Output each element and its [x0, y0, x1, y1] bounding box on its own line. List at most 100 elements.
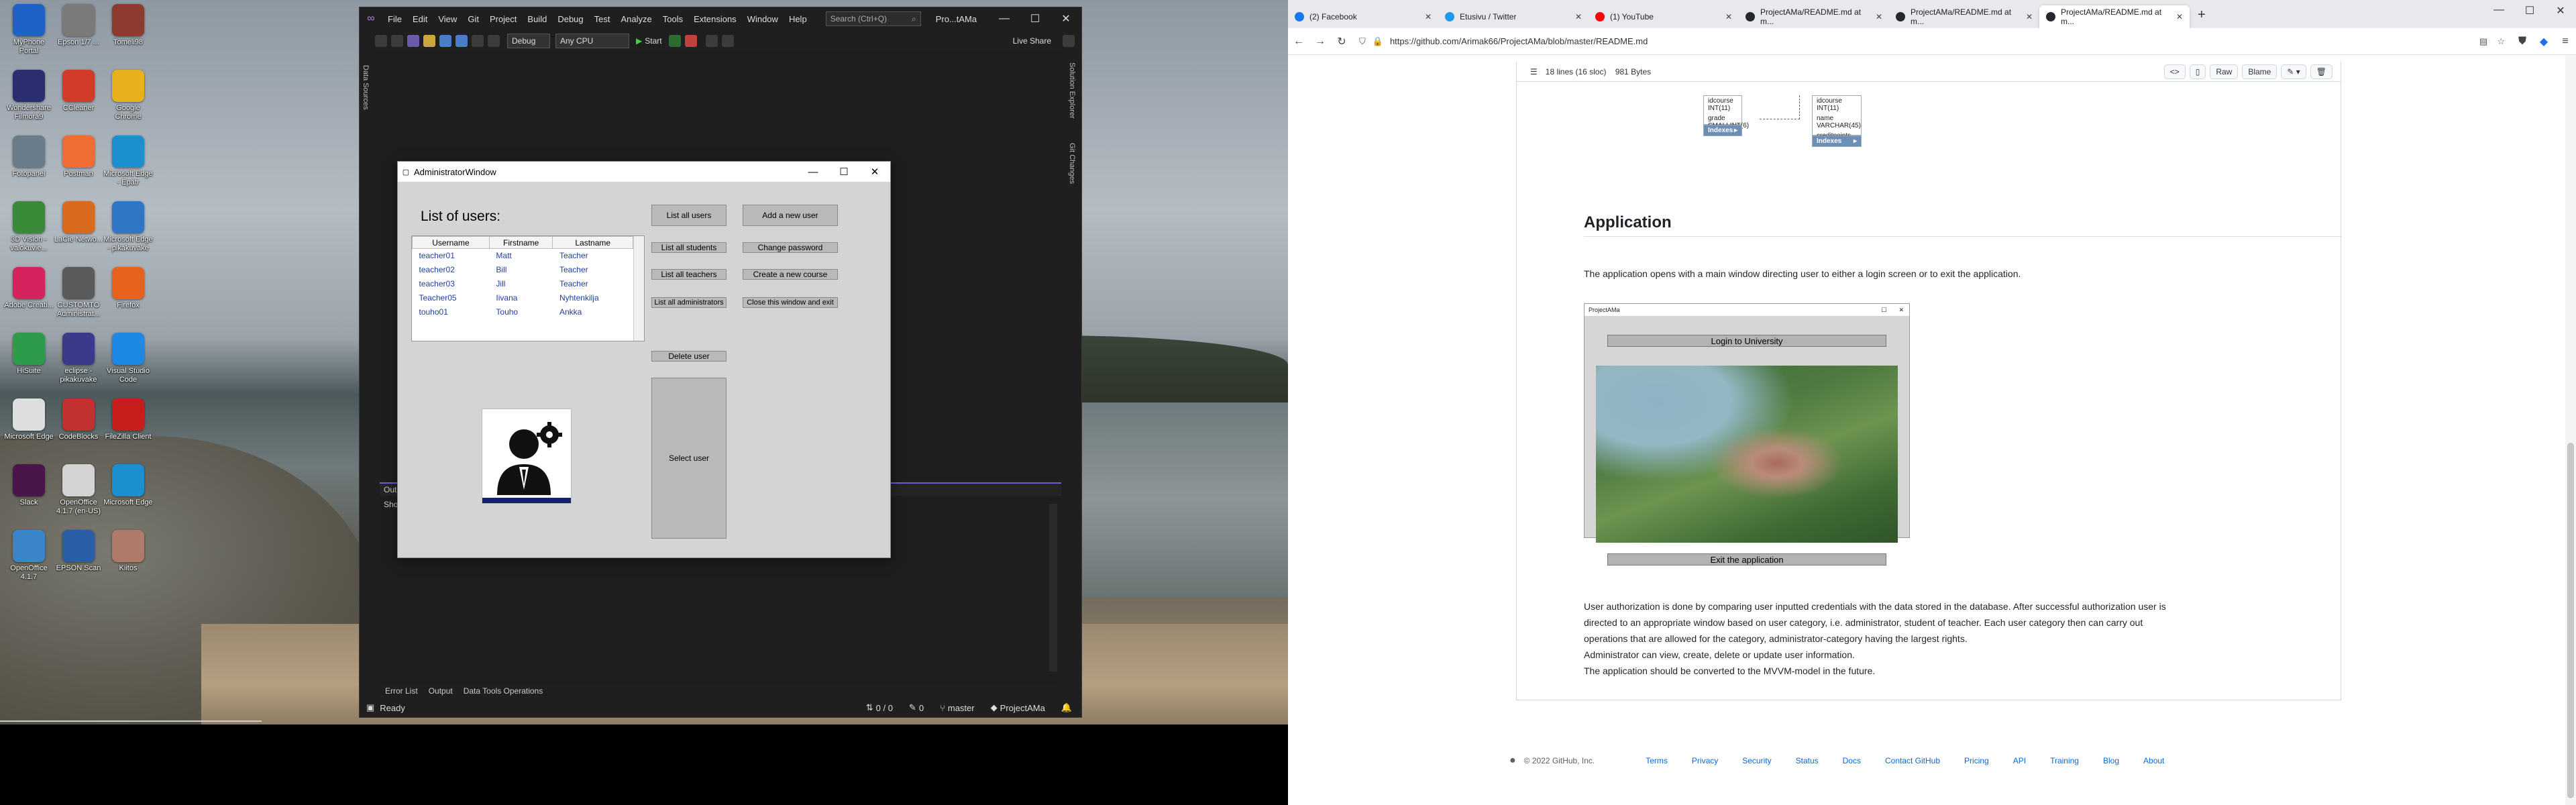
- live-share-button[interactable]: Live Share: [1013, 36, 1051, 46]
- close-icon[interactable]: ✕: [859, 166, 890, 178]
- new-tab-icon[interactable]: +: [2198, 7, 2206, 23]
- menu-item-file[interactable]: File: [382, 14, 407, 24]
- status-branch[interactable]: master: [948, 703, 975, 713]
- footer-link[interactable]: About: [2143, 756, 2164, 765]
- table-row[interactable]: teacher03 Jill Teacher: [413, 277, 633, 291]
- github-logo-icon[interactable]: ●: [1509, 755, 1516, 767]
- status-changes[interactable]: 0: [919, 703, 924, 713]
- address-bar[interactable]: ⛉ 🔒 https://github.com/Arimak66/ProjectA…: [1359, 32, 2505, 52]
- select-user-button[interactable]: Select user: [651, 378, 727, 539]
- code-view-icon[interactable]: <>: [2163, 64, 2186, 79]
- table-row[interactable]: teacher02 Bill Teacher: [413, 263, 633, 277]
- menu-item-git[interactable]: Git: [462, 14, 484, 24]
- desktop-shortcut[interactable]: HiSuite: [4, 333, 54, 376]
- list-all-administrators-button[interactable]: List all administrators: [651, 297, 727, 308]
- delete-icon[interactable]: 🗑: [2310, 64, 2332, 79]
- footer-link[interactable]: Status: [1796, 756, 1819, 765]
- browser-tab[interactable]: Etusivu / Twitter ✕: [1438, 5, 1589, 28]
- desktop-shortcut[interactable]: MyPhone Portal: [4, 4, 54, 56]
- menu-item-help[interactable]: Help: [784, 14, 812, 24]
- maximize-icon[interactable]: ☐: [828, 166, 859, 178]
- footer-link[interactable]: Security: [1742, 756, 1771, 765]
- users-table-scrollbar[interactable]: [633, 236, 644, 341]
- layout-icon[interactable]: [705, 35, 718, 47]
- bottom-tab[interactable]: Output: [423, 686, 458, 696]
- menu-item-build[interactable]: Build: [522, 14, 552, 24]
- footer-link[interactable]: Privacy: [1692, 756, 1718, 765]
- footer-link[interactable]: API: [2013, 756, 2026, 765]
- desktop-shortcut[interactable]: CUSTOMTO Administrat...: [54, 267, 103, 319]
- lock-icon[interactable]: 🔒: [1373, 36, 1383, 47]
- column-header[interactable]: Firstname: [488, 236, 553, 249]
- desktop-shortcut[interactable]: LaCie Netwo...: [54, 201, 103, 244]
- table-row[interactable]: touho01 Touho Ankka: [413, 305, 633, 319]
- delete-user-button[interactable]: Delete user: [651, 351, 727, 362]
- browser-tab[interactable]: ProjectAMa/README.md at m... ✕: [1889, 5, 2039, 28]
- toolbar-icon[interactable]: [721, 35, 734, 47]
- reader-view-icon[interactable]: ▤: [2479, 36, 2487, 47]
- desktop-shortcut[interactable]: 3D Vision -valokuvie...: [4, 201, 54, 253]
- desktop-shortcut[interactable]: Microsoft Edge - pikakuvake: [103, 201, 153, 253]
- data-sources-tab[interactable]: Data Sources: [362, 65, 370, 110]
- extension-icon[interactable]: ◆: [2533, 35, 2555, 48]
- output-scrollbar[interactable]: [1049, 504, 1057, 672]
- shield-icon[interactable]: ⛉: [1359, 36, 1366, 47]
- desktop-shortcut[interactable]: CodeBlocks: [54, 398, 103, 441]
- minimize-icon[interactable]: —: [2483, 4, 2514, 17]
- desktop-shortcut[interactable]: EPSON Scan: [54, 530, 103, 573]
- pocket-icon[interactable]: ⛊: [2512, 36, 2533, 48]
- maximize-icon[interactable]: ☐: [2514, 4, 2545, 17]
- bottom-tab[interactable]: Data Tools Operations: [458, 686, 549, 696]
- menu-item-tools[interactable]: Tools: [657, 14, 688, 24]
- close-icon[interactable]: ✕: [2545, 4, 2576, 17]
- config-select[interactable]: Debug: [507, 34, 550, 48]
- desktop-shortcut[interactable]: Slack: [4, 464, 54, 507]
- list-all-students-button[interactable]: List all students: [651, 242, 727, 253]
- desktop-shortcut[interactable]: Firefox: [103, 267, 153, 310]
- browser-tab[interactable]: (2) Facebook ✕: [1288, 5, 1438, 28]
- footer-link[interactable]: Docs: [1843, 756, 1861, 765]
- desktop-shortcut[interactable]: Postman: [54, 136, 103, 178]
- bookmark-star-icon[interactable]: ☆: [2497, 36, 2505, 47]
- footer-link[interactable]: Blog: [2103, 756, 2119, 765]
- menu-icon[interactable]: ≡: [2555, 36, 2576, 48]
- forward-icon[interactable]: →: [1309, 36, 1331, 48]
- reload-icon[interactable]: ↻: [1331, 35, 1352, 48]
- table-row[interactable]: teacher01 Matt Teacher: [413, 249, 633, 263]
- menu-item-extensions[interactable]: Extensions: [688, 14, 742, 24]
- status-sync[interactable]: 0 / 0: [876, 703, 893, 713]
- list-all-teachers-button[interactable]: List all teachers: [651, 269, 727, 280]
- menu-item-debug[interactable]: Debug: [552, 14, 588, 24]
- maximize-icon[interactable]: ☐: [1020, 12, 1051, 25]
- hot-reload-icon[interactable]: [684, 35, 697, 47]
- column-header[interactable]: Lastname: [552, 236, 633, 249]
- desktop-shortcut[interactable]: Kiitos: [103, 530, 153, 573]
- footer-link[interactable]: Contact GitHub: [1885, 756, 1940, 765]
- column-header[interactable]: Username: [412, 236, 490, 249]
- menu-item-window[interactable]: Window: [742, 14, 784, 24]
- vs-logo-icon[interactable]: ∞: [360, 13, 382, 25]
- footer-link[interactable]: Terms: [1646, 756, 1668, 765]
- feedback-icon[interactable]: [1063, 35, 1075, 47]
- tab-close-icon[interactable]: ✕: [2026, 12, 2033, 21]
- create-new-course-button[interactable]: Create a new course: [743, 269, 838, 280]
- raw-button[interactable]: Raw: [2210, 64, 2239, 79]
- table-row[interactable]: Teacher05 Iivana Nyhtenkilja: [413, 291, 633, 305]
- forward-icon[interactable]: [391, 35, 403, 47]
- close-window-button[interactable]: Close this window and exit: [743, 297, 838, 308]
- menu-item-view[interactable]: View: [433, 14, 462, 24]
- open-icon[interactable]: [423, 35, 435, 47]
- notification-icon[interactable]: 🔔: [1061, 702, 1072, 713]
- desktop-shortcut[interactable]: Fotopanel: [4, 136, 54, 178]
- page-scroll-thumb[interactable]: [2567, 443, 2574, 798]
- minimize-icon[interactable]: —: [798, 166, 828, 178]
- redo-icon[interactable]: [488, 35, 500, 47]
- solution-explorer-tab[interactable]: Solution Explorer: [1068, 62, 1076, 119]
- tab-close-icon[interactable]: ✕: [1876, 12, 1882, 21]
- bottom-tab[interactable]: Error List: [380, 686, 423, 696]
- desktop-shortcut[interactable]: Wondershare Filmora9: [4, 70, 54, 121]
- undo-icon[interactable]: [472, 35, 484, 47]
- add-new-user-button[interactable]: Add a new user: [743, 205, 838, 226]
- save-all-icon[interactable]: [455, 35, 468, 47]
- desktop-shortcut[interactable]: Visual Studio Code: [103, 333, 153, 384]
